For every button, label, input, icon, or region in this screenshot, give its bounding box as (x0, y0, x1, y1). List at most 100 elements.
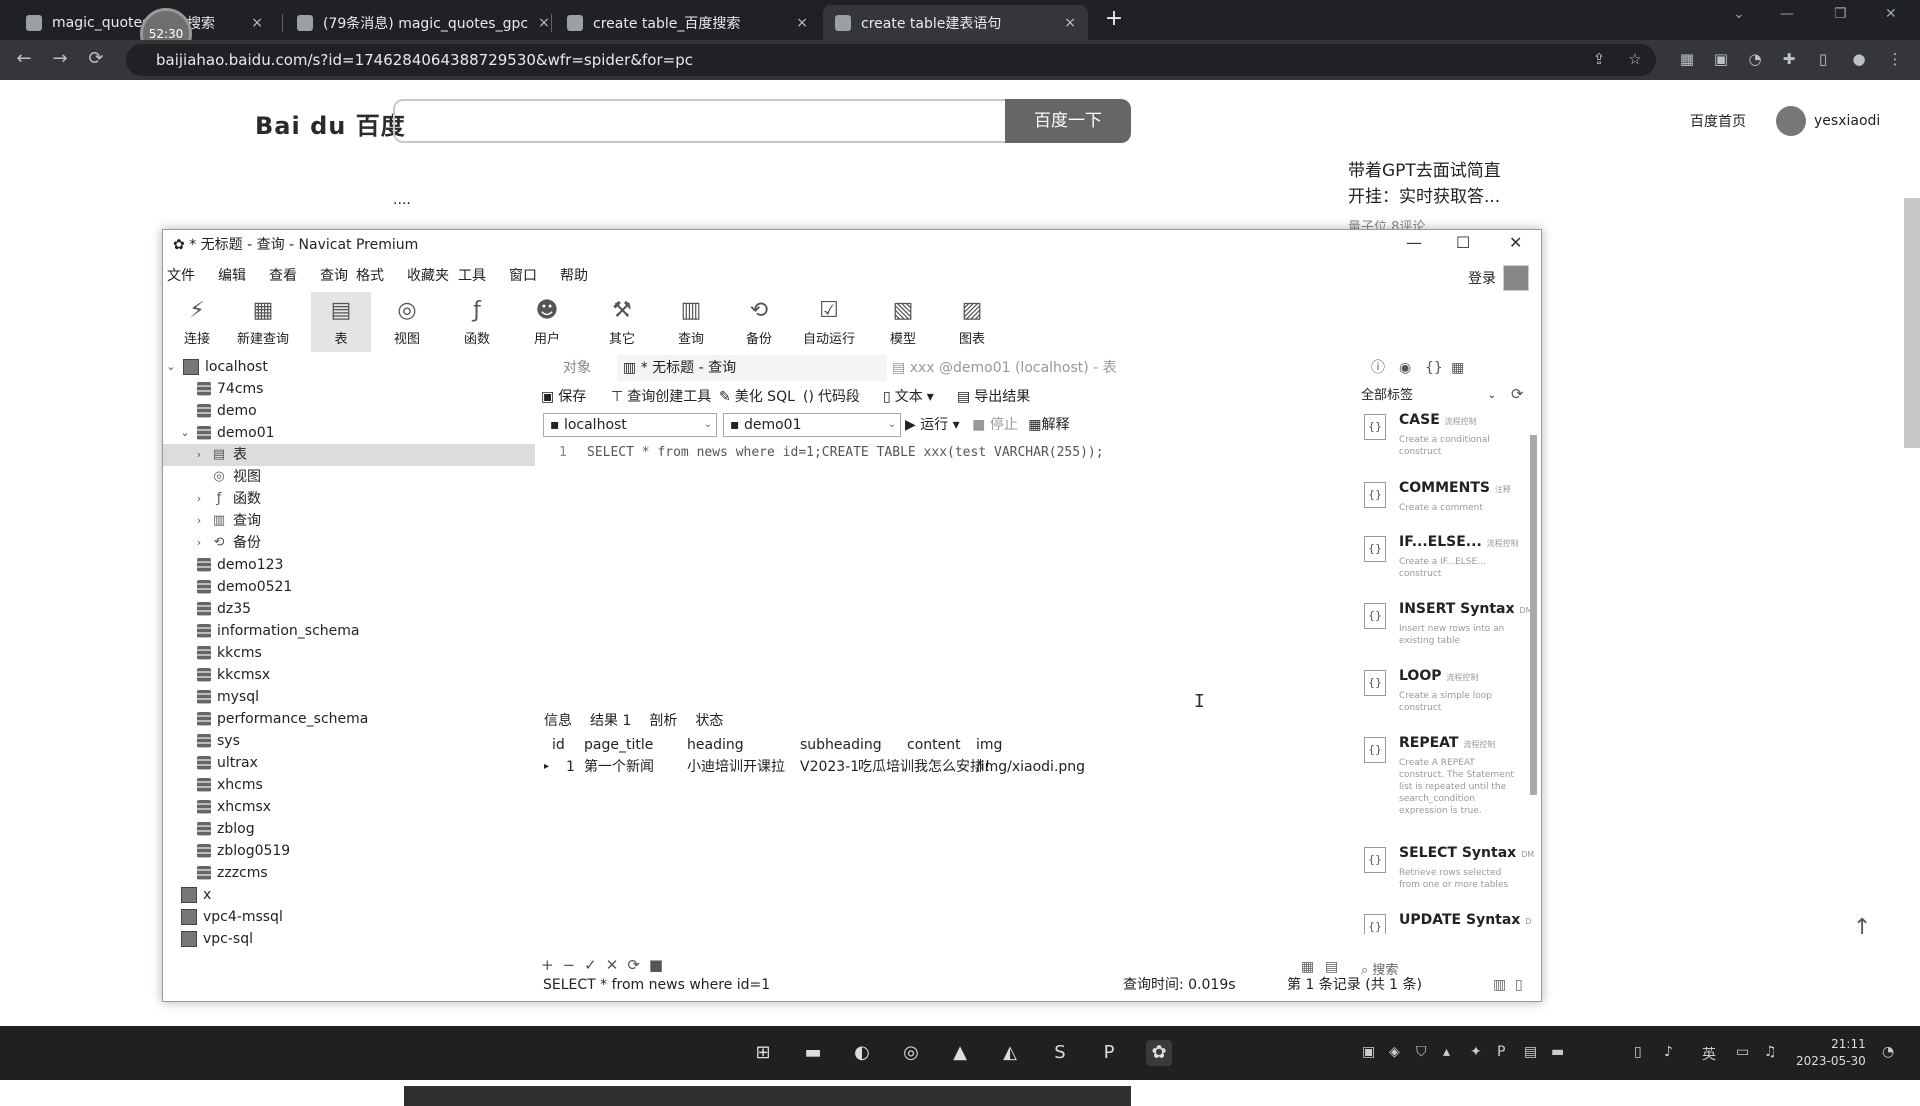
ime-indicator[interactable]: 英 (1702, 1044, 1716, 1064)
tree-tables[interactable]: › ▤ 表 (193, 444, 247, 466)
refresh-button[interactable]: ⟳ (627, 956, 640, 974)
tree-db[interactable]: ultrax (197, 752, 258, 774)
info-icon[interactable]: ⓘ (1371, 355, 1385, 381)
new-tab-button[interactable]: + (1100, 6, 1128, 34)
menu-view[interactable]: 查看 (265, 265, 316, 287)
snippet-item[interactable]: {} COMMENTS 注释 Create a comment (1361, 480, 1531, 540)
database-select[interactable]: ▪ demo01 ⌄ (723, 413, 901, 437)
page-scrollbar[interactable] (1904, 198, 1920, 448)
navicat-taskbar-icon[interactable]: ✿ (1146, 1040, 1172, 1066)
tab-table[interactable]: ▤ xxx @demo01 (localhost) - 表 (892, 355, 1117, 381)
browser-tab[interactable]: create table_百度搜索 × (555, 5, 820, 40)
tray-icon[interactable]: ◈ (1389, 1044, 1400, 1060)
microphone-icon[interactable]: ♪ (1664, 1044, 1673, 1060)
bookmark-star-icon[interactable]: ☆ (1626, 50, 1644, 68)
tray-icon[interactable]: P (1497, 1044, 1505, 1060)
tab-objects[interactable]: 对象 (537, 355, 617, 381)
tree-connection[interactable]: x (181, 884, 211, 906)
tree-db[interactable]: mysql (197, 686, 259, 708)
reload-button[interactable]: ⟳ (84, 48, 108, 69)
sublime-icon[interactable]: S (1047, 1040, 1073, 1066)
article-thumbnail[interactable] (1210, 166, 1330, 234)
run-button[interactable]: ▶ 运行 ▾ (905, 417, 960, 433)
tray-icon[interactable]: ▣ (1362, 1044, 1375, 1060)
snippet-item[interactable]: {} LOOP 流程控制 Create a simple loop construc… (1361, 668, 1531, 728)
delete-row-button[interactable]: − (563, 956, 576, 974)
tree-db[interactable]: performance_schema (197, 708, 368, 730)
tray-icon[interactable]: ▴ (1443, 1044, 1450, 1060)
menu-help[interactable]: 帮助 (556, 265, 607, 287)
explain-button[interactable]: ▦解释 (1028, 417, 1069, 433)
snippet-item[interactable]: {} INSERT Syntax DM Insert new rows into a… (1361, 601, 1532, 661)
browser-tab-active[interactable]: create table建表语句 × (823, 5, 1088, 40)
tree-db[interactable]: kkcms (197, 642, 262, 664)
snippet-item[interactable]: {} CASE 流程控制 Create a conditional construc… (1361, 412, 1531, 472)
tree-db[interactable]: xhcmsx (197, 796, 271, 818)
address-bar[interactable]: baijiahao.baidu.com/s?id=174628406438872… (126, 44, 1656, 76)
braces-icon[interactable]: {} (1425, 355, 1443, 381)
forward-button[interactable]: → (48, 48, 72, 69)
tab-profile[interactable]: 剖析 (649, 710, 677, 730)
connect-button[interactable]: ⚡ 连接 (163, 292, 231, 352)
chevron-right-icon[interactable]: › (193, 532, 205, 554)
tree-functions[interactable]: › ƒ 函数 (193, 488, 261, 510)
recommended-article[interactable]: 带着GPT去面试简直 开挂：实时获取答... (1348, 158, 1501, 210)
column-header[interactable]: content (907, 735, 961, 755)
shield-icon[interactable]: ⛉ (1416, 1044, 1427, 1060)
extension-icon[interactable]: ▦ (1678, 50, 1696, 68)
tab-result-1[interactable]: 结果 1 (590, 710, 631, 730)
chevron-right-icon[interactable]: › (193, 510, 205, 532)
tab-close-icon[interactable]: × (251, 15, 263, 31)
phpstorm-icon[interactable]: P (1096, 1040, 1122, 1066)
menu-query[interactable]: 查询 (316, 265, 352, 287)
tray-icon[interactable]: ✦ (1470, 1044, 1482, 1060)
column-header[interactable]: page_title (584, 735, 653, 755)
menu-favorites[interactable]: 收藏夹 (403, 265, 454, 287)
battery-icon[interactable]: ▯ (1634, 1044, 1642, 1060)
text-button[interactable]: ▯ 文本 ▾ (883, 385, 934, 409)
grid-view-icon[interactable]: ▦ (1301, 959, 1314, 975)
app-icon[interactable]: ◭ (997, 1040, 1023, 1066)
snippet-item[interactable]: {} SELECT Syntax DM Retrieve rows selected… (1361, 845, 1534, 905)
search-button[interactable]: 百度一下 (1005, 99, 1131, 143)
auto-run-button[interactable]: ☑ 自动运行 (789, 292, 869, 352)
edge-icon[interactable]: ◐ (849, 1040, 875, 1066)
function-button[interactable]: ƒ 函数 (443, 292, 511, 352)
grid-view-icon[interactable]: ▥ (1493, 974, 1506, 996)
chevron-down-icon[interactable]: ⌄ (165, 356, 177, 378)
menu-tools[interactable]: 工具 (454, 265, 505, 287)
tree-db[interactable]: demo (197, 400, 257, 422)
cell[interactable]: 1 (566, 757, 575, 777)
tag-filter-select[interactable]: 全部标签 ⌄ (1361, 385, 1496, 407)
tab-query[interactable]: ▥ * 无标题 - 查询 (617, 355, 887, 381)
snippet-search-input[interactable]: ⌕ 搜索 (1361, 959, 1398, 978)
tree-connection-localhost[interactable]: ⌄ localhost (165, 356, 268, 378)
close-icon[interactable]: ✕ (1509, 233, 1522, 252)
snippet-button[interactable]: () 代码段 (803, 385, 860, 409)
menu-window[interactable]: 窗口 (505, 265, 556, 287)
stop-button[interactable]: ■ 停止 (972, 417, 1018, 433)
menu-kebab-icon[interactable]: ⋮ (1886, 50, 1904, 68)
puzzle-icon[interactable]: ✚ (1780, 50, 1798, 68)
model-button[interactable]: ▧ 模型 (869, 292, 937, 352)
cell[interactable]: /img/xiaodi.png (976, 757, 1085, 777)
tree-db[interactable]: zblog (197, 818, 255, 840)
extension-icon[interactable]: ◔ (1746, 50, 1764, 68)
backup-button[interactable]: ⟲ 备份 (725, 292, 793, 352)
extension-icon[interactable]: ▣ (1712, 50, 1730, 68)
tree-db[interactable]: zblog0519 (197, 840, 290, 862)
export-results-button[interactable]: ▤ 导出结果 (957, 385, 1030, 409)
user-button[interactable]: ☻ 用户 (513, 292, 581, 352)
network-icon[interactable]: ▭ (1736, 1044, 1749, 1060)
snippet-item[interactable]: {} REPEAT 流程控制 Create A REPEAT construct. … (1361, 735, 1531, 835)
tab-close-icon[interactable]: × (1064, 15, 1076, 31)
snippet-scrollbar[interactable] (1530, 435, 1537, 795)
tree-db[interactable]: information_schema (197, 620, 360, 642)
query-button[interactable]: ▥ 查询 (657, 292, 725, 352)
add-row-button[interactable]: + (541, 956, 554, 974)
user-avatar-icon[interactable] (1503, 265, 1529, 291)
search-input[interactable] (393, 99, 1005, 143)
cell[interactable]: V2023-1 (800, 757, 859, 777)
stop-button[interactable]: ■ (649, 956, 663, 974)
eye-icon[interactable]: ◉ (1399, 355, 1411, 381)
